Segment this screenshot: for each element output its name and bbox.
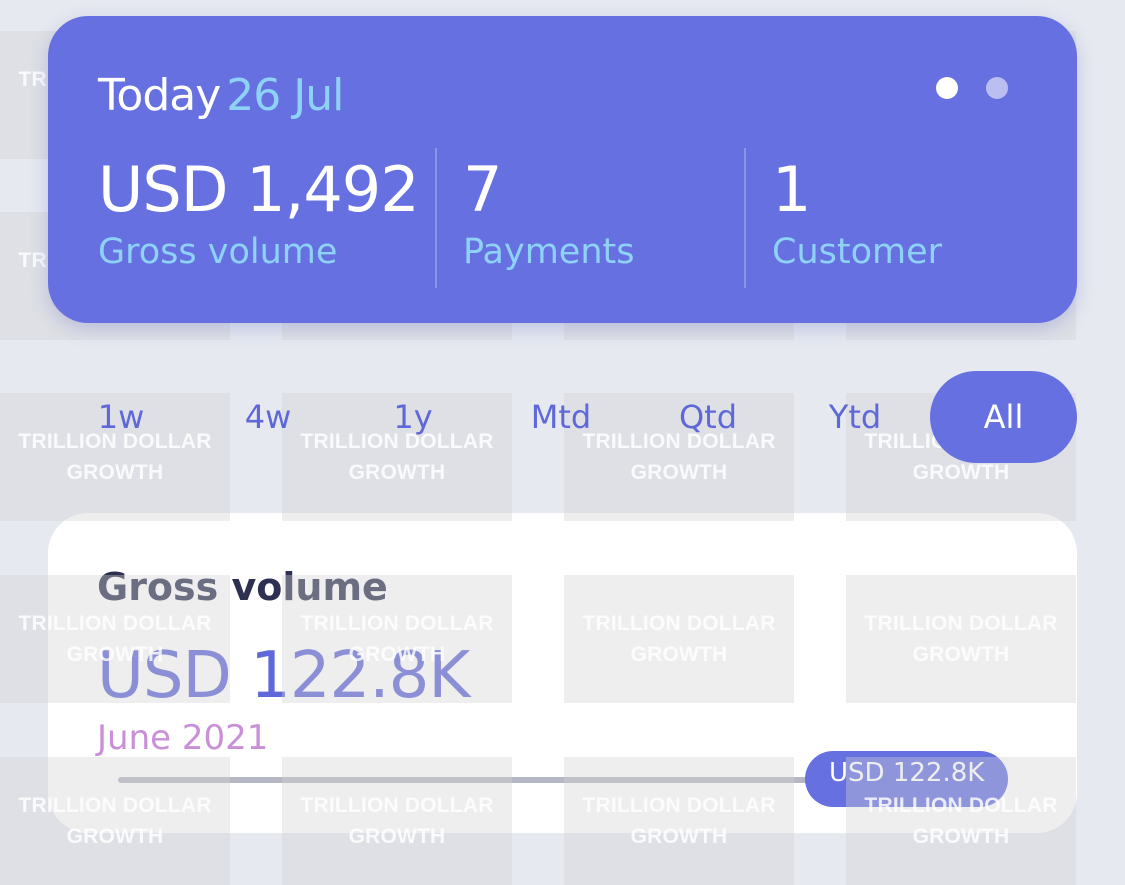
stat-gross-volume-label: Gross volume xyxy=(98,232,338,272)
volume-title: Gross volume xyxy=(97,565,388,609)
stat-customer-label: Customer xyxy=(772,232,943,272)
today-heading: Today 26 Jul xyxy=(98,70,344,121)
value-badge: USD 122.8K xyxy=(805,751,1009,807)
stat-divider xyxy=(744,148,746,288)
stat-divider xyxy=(435,148,437,288)
page-dot-1[interactable] xyxy=(936,77,958,99)
period-all[interactable]: All xyxy=(930,371,1077,463)
today-date: 26 Jul xyxy=(226,70,344,121)
stat-payments-label: Payments xyxy=(463,232,635,272)
period-1w[interactable]: 1w xyxy=(66,371,176,463)
stat-gross-volume: USD 1,492 Gross volume xyxy=(98,153,420,274)
period-1y[interactable]: 1y xyxy=(358,371,468,463)
stat-customer-value: 1 xyxy=(772,153,811,226)
page-dot-2[interactable] xyxy=(986,77,1008,99)
period-ytd[interactable]: Ytd xyxy=(800,371,910,463)
period-qtd[interactable]: Qtd xyxy=(653,371,763,463)
stat-payments: 7 Payments xyxy=(463,154,634,274)
period-4w[interactable]: 4w xyxy=(213,371,323,463)
volume-amount: USD 122.8K xyxy=(97,639,470,713)
gross-volume-card: Gross volume USD 122.8K June 2021 USD 12… xyxy=(48,513,1077,833)
stat-gross-volume-value: USD 1,492 xyxy=(98,153,420,226)
summary-card[interactable]: Today 26 Jul USD 1,492 Gross volume 7 Pay… xyxy=(48,16,1077,323)
page-indicator[interactable] xyxy=(936,77,1008,99)
period-selector: 1w 4w 1y Mtd Qtd Ytd All xyxy=(48,371,1077,463)
volume-period: June 2021 xyxy=(97,718,269,758)
stat-customer: 1 Customer xyxy=(772,154,942,274)
period-mtd[interactable]: Mtd xyxy=(506,371,616,463)
today-label: Today xyxy=(98,70,221,121)
stat-payments-value: 7 xyxy=(463,153,502,226)
